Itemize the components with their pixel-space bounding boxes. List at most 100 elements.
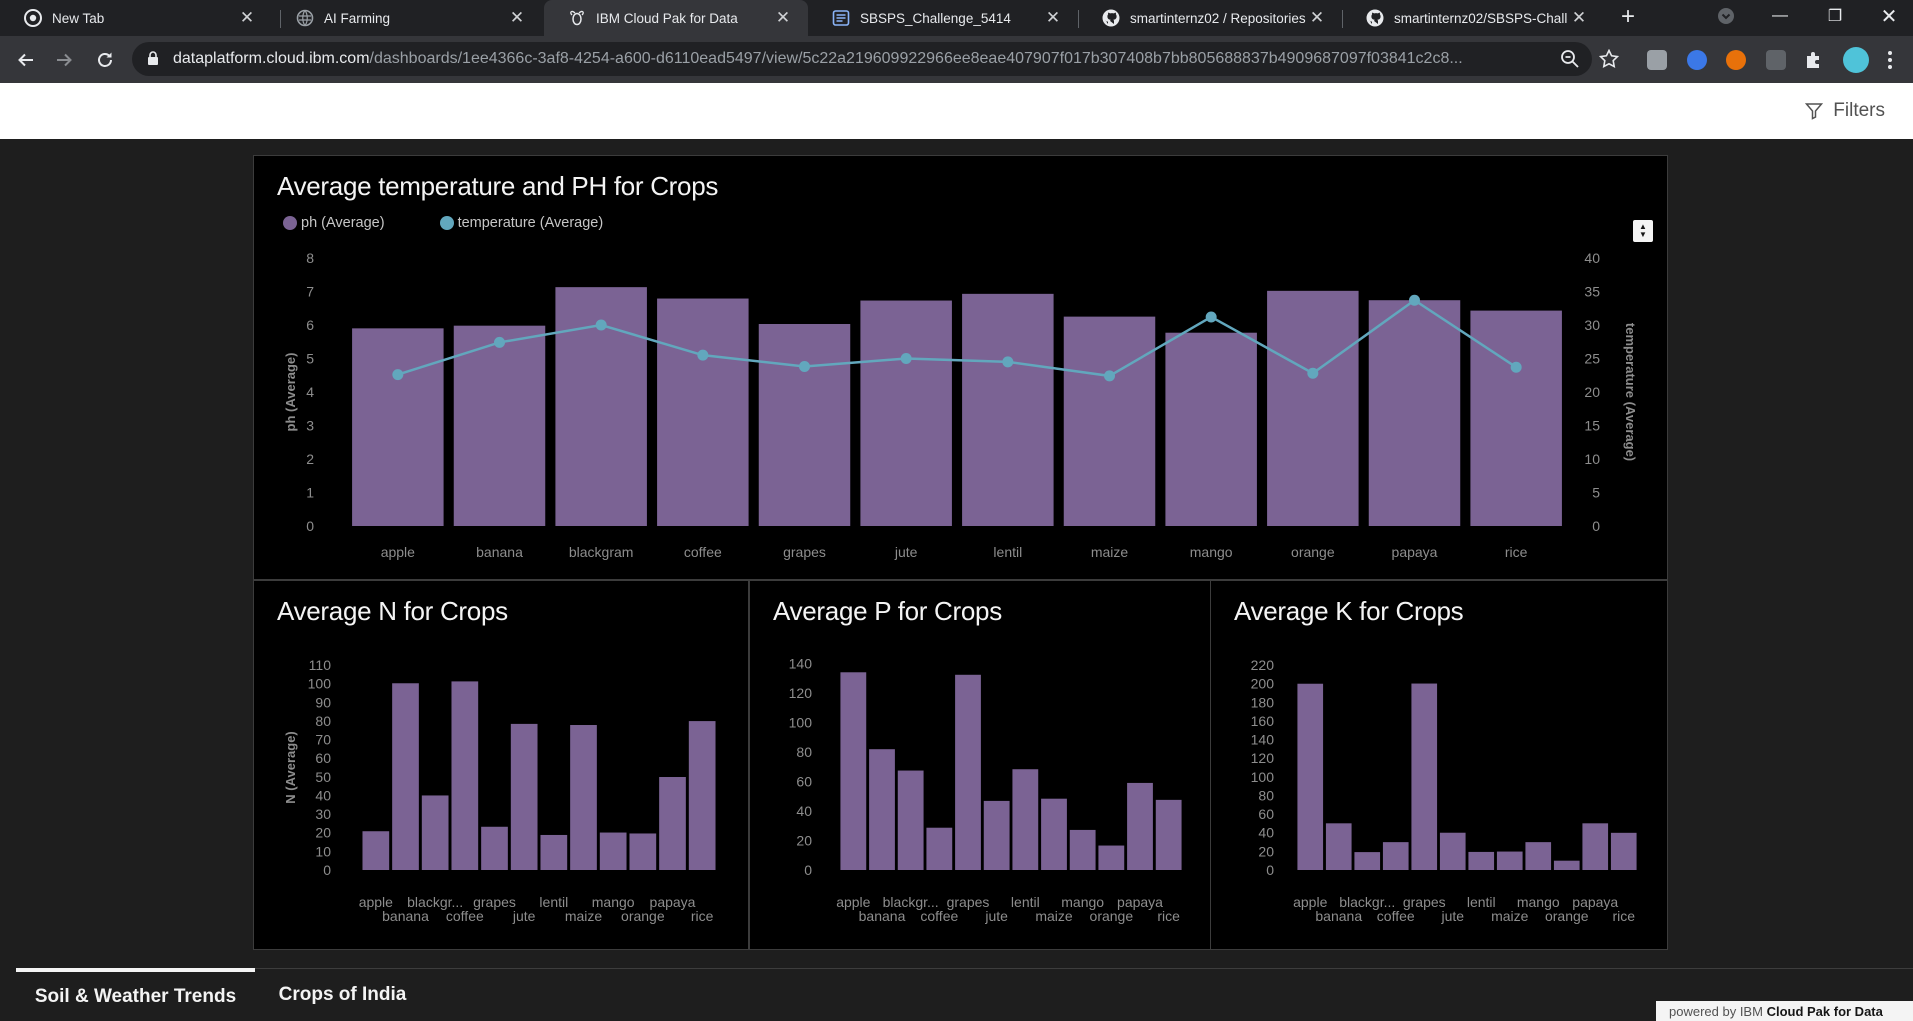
browser-tab-sbsps-repo[interactable]: smartinternz02/SBSPS-Challeng ✕ [1342,0,1604,36]
bar-banana [869,749,895,870]
close-icon[interactable]: ✕ [506,8,528,28]
x-tick-label: coffee [920,908,958,924]
point-maize [1104,370,1115,382]
y-tick-label: 220 [1251,657,1275,673]
bar-rice [1155,799,1182,870]
browser-tab-strip: New Tab ✕ AI Farming ✕ IBM Cloud Pak for… [0,0,1913,36]
bar-orange [1267,290,1359,526]
bar-mango [1165,332,1257,526]
bar-jute [983,800,1010,870]
x-tick-label: orange [1090,908,1134,924]
reload-button[interactable] [91,46,119,74]
y-axis-label: ph (Average) [283,353,298,432]
extension-4-icon[interactable] [1766,50,1786,70]
y-tick-label: 100 [789,715,813,731]
browser-menu-icon[interactable] [1887,50,1893,70]
y-tick-label: 90 [315,694,331,710]
x-tick-label: coffee [684,544,722,560]
point-lentil [1002,356,1014,368]
x-tick-label: maize [1091,544,1129,560]
extension-1-icon[interactable] [1647,50,1667,70]
y2-tick-label: 10 [1584,451,1600,467]
x-tick-label: banana [382,908,429,924]
bar-rice [688,721,716,870]
back-button[interactable] [12,46,40,74]
extension-3-icon[interactable] [1726,50,1746,70]
extensions-puzzle-icon[interactable] [1804,50,1824,70]
close-icon[interactable]: ✕ [236,8,258,28]
temperature-ph-chart-panel: Average temperature and PH for Crops ph … [253,155,1668,580]
bar-jute [1439,832,1466,870]
restore-button[interactable]: ❐ [1813,0,1857,32]
bar-mango [1069,829,1096,870]
minimize-button[interactable]: — [1758,0,1802,32]
zoom-icon[interactable] [1560,49,1580,69]
bar-blackgram [1354,852,1381,870]
bar-apple [840,672,867,870]
bar-maize [1041,798,1067,870]
y-tick-label: 4 [306,384,314,400]
close-icon[interactable]: ✕ [772,8,794,28]
y-tick-label: 140 [1251,732,1275,748]
x-tick-label: jute [894,544,918,560]
bar-maize [1063,316,1156,526]
x-tick-label: papaya [1392,544,1438,560]
lock-icon [147,51,159,71]
url-path: /dashboards/1ee4366c-3af8-4254-a600-d611… [369,50,1463,67]
bar-lentil [1012,769,1039,870]
y-tick-label: 50 [315,769,331,785]
y-tick-label: 60 [315,750,331,766]
y-tick-label: 7 [306,284,314,300]
y-tick-label: 200 [1251,676,1275,692]
y-tick-label: 40 [796,803,812,819]
y-tick-label: 8 [306,250,314,266]
filters-label: Filters [1833,100,1885,121]
github-icon [1102,9,1120,27]
y-tick-label: 80 [796,744,812,760]
forward-button[interactable] [50,46,78,74]
filters-button[interactable]: Filters [1805,83,1885,139]
bar-papaya [1127,782,1153,870]
bar-coffee [657,298,749,526]
extension-2-icon[interactable] [1687,50,1707,70]
point-mango [1205,311,1217,323]
close-icon[interactable]: ✕ [1306,8,1328,28]
close-window-button[interactable]: ✕ [1867,0,1911,32]
browser-tab-repositories[interactable]: smartinternz02 / Repositories ✕ [1078,0,1342,36]
globe-icon [296,9,314,27]
profile-avatar[interactable] [1843,47,1869,73]
new-tab-button[interactable]: + [1616,5,1640,30]
chevron-down-icon [1718,8,1734,24]
x-tick-label: maize [1035,908,1073,924]
tab-crops-of-india[interactable]: Crops of India [255,968,430,1021]
bar-apple [362,831,390,870]
point-coffee [697,349,709,361]
browser-tab-sbsps-challenge[interactable]: SBSPS_Challenge_5414 ✕ [808,0,1078,36]
bookmark-star-icon[interactable] [1598,48,1620,69]
tab-search-button[interactable] [1704,0,1748,32]
browser-tab-ai-farming[interactable]: AI Farming ✕ [272,0,542,36]
browser-tab-ibm-cloud-pak[interactable]: IBM Cloud Pak for Data ✕ [544,0,808,36]
close-icon[interactable]: ✕ [1568,8,1590,28]
y-tick-label: 160 [1251,713,1275,729]
y2-tick-label: 20 [1584,384,1600,400]
bar-coffee [1382,842,1409,870]
bar-lentil [1468,851,1495,870]
close-icon[interactable]: ✕ [1042,8,1064,28]
bar-orange [1098,845,1125,870]
filter-icon [1805,103,1824,120]
tab-soil-weather-trends[interactable]: Soil & Weather Trends [16,968,255,1021]
y-tick-label: 120 [789,685,813,701]
bar-coffee [451,681,479,870]
arrow-left-icon [18,53,33,67]
browser-tab-new-tab[interactable]: New Tab ✕ [0,0,272,36]
y-tick-label: 5 [306,351,314,367]
address-bar[interactable]: dataplatform.cloud.ibm.com/dashboards/1e… [132,42,1592,76]
y-tick-label: 3 [306,418,314,434]
y2-tick-label: 25 [1584,351,1600,367]
bar-banana [453,325,546,526]
x-tick-label: grapes [783,544,826,560]
x-tick-label: banana [1315,908,1362,924]
dashboard-canvas: Average temperature and PH for Crops ph … [0,139,1913,1021]
y-tick-label: 2 [306,451,314,467]
